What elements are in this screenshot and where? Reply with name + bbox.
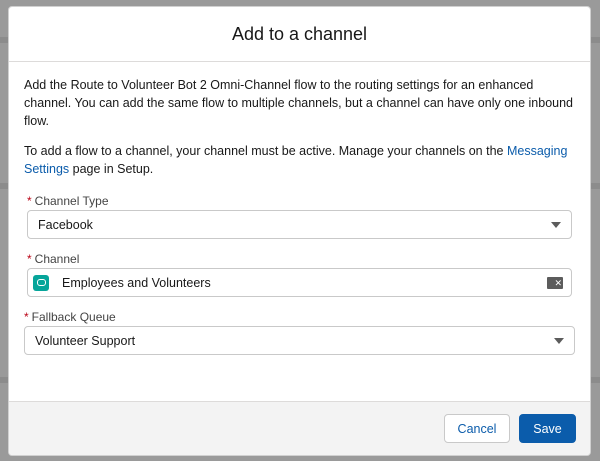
channel-type-field: * Channel Type Facebook [27,192,572,239]
channel-type-select[interactable]: Facebook [27,210,572,239]
fallback-queue-field: * Fallback Queue Volunteer Support [24,308,575,355]
save-button[interactable]: Save [519,414,576,443]
modal-body: Add the Route to Volunteer Bot 2 Omni-Ch… [9,62,590,403]
required-marker: * [27,252,32,266]
modal-header: Add to a channel [9,7,590,62]
messaging-channel-icon [33,274,49,291]
channel-value: Employees and Volunteers [62,275,211,290]
channel-field: * Channel Employees and Volunteers ✕ [27,250,572,297]
channel-lookup[interactable]: Employees and Volunteers ✕ [27,268,572,297]
modal-footer: Cancel Save [9,401,590,455]
modal-title: Add to a channel [231,23,368,44]
fallback-queue-value: Volunteer Support [35,333,136,348]
chevron-down-icon [551,222,561,228]
fallback-queue-select[interactable]: Volunteer Support [24,326,575,355]
clear-selection-icon[interactable]: ✕ [547,277,563,289]
modal-description: Add the Route to Volunteer Bot 2 Omni-Ch… [24,78,574,128]
channel-type-value: Facebook [38,217,93,232]
required-marker: * [24,310,29,324]
required-marker: * [27,194,32,208]
channel-type-label: * Channel Type [27,194,109,208]
add-to-channel-modal: Add to a channel Add the Route to Volunt… [8,6,591,456]
channel-label: * Channel [27,252,80,266]
note-prefix: To add a flow to a channel, your channel… [24,144,507,158]
note-suffix: page in Setup. [69,162,154,176]
modal-note: To add a flow to a channel, your channel… [24,142,575,178]
cancel-button[interactable]: Cancel [444,414,510,443]
fallback-queue-label: * Fallback Queue [24,310,116,324]
chevron-down-icon [554,338,564,344]
